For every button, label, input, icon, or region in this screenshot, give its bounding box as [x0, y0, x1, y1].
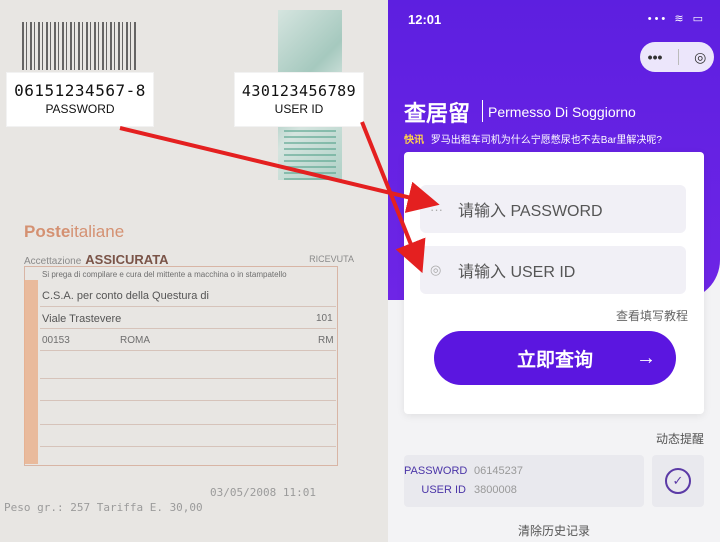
arrow-right-icon: →: [636, 346, 656, 369]
history-password-row: PASSWORD 06145237: [404, 465, 523, 477]
divider: [40, 400, 336, 401]
news-tag: 快讯: [404, 135, 424, 146]
check-icon: ✓: [665, 468, 691, 494]
close-target-icon[interactable]: ◎: [694, 49, 706, 66]
userid-callout-value: 430123456789: [241, 82, 357, 100]
miniprogram-capsule: ••• ◎: [640, 42, 714, 72]
password-callout: 06151234567-8 PASSWORD: [7, 73, 153, 126]
userid-input[interactable]: ◎ 请输入 USER ID: [420, 246, 686, 294]
receipt-line: Si prega di compilare e cura del mittent…: [42, 270, 287, 279]
phone-screen: 12:01 ••• ≋ ▭ ••• ◎ 查居留 Permesso Di Sogg…: [388, 0, 720, 542]
barcode: [22, 22, 136, 70]
divider: [40, 446, 336, 447]
news-ticker[interactable]: 快讯 罗马出租车司机为什么宁愿憋尿也不去Bar里解决呢?: [404, 131, 662, 146]
status-time: 12:01: [408, 12, 442, 27]
news-text: 罗马出租车司机为什么宁愿憋尿也不去Bar里解决呢?: [430, 135, 662, 146]
status-icons: ••• ≋ ▭: [647, 13, 706, 25]
password-input[interactable]: ··· 请输入 PASSWORD: [420, 185, 686, 233]
divider: [40, 424, 336, 425]
title-divider: [482, 100, 483, 122]
receipt-photo: 06151234567-8 PASSWORD 430123456789 USER…: [0, 0, 388, 542]
query-button[interactable]: 立即查询 →: [434, 331, 676, 385]
history-item[interactable]: PASSWORD 06145237 USER ID 3800008: [404, 455, 644, 507]
dynamic-reminder-link[interactable]: 动态提醒: [656, 430, 704, 447]
receipt-line: 00153: [42, 335, 70, 346]
userid-callout-label: USER ID: [274, 102, 324, 116]
receipt-line: ROMA: [120, 335, 150, 346]
userid-callout: 430123456789 USER ID: [235, 73, 363, 126]
dots-icon: ···: [430, 201, 443, 217]
divider: [40, 306, 336, 307]
clear-history-link[interactable]: 清除历史记录: [388, 522, 720, 539]
divider: [40, 378, 336, 379]
userid-placeholder: 请输入 USER ID: [458, 264, 576, 281]
password-callout-value: 06151234567-8: [14, 81, 146, 100]
capsule-divider: [677, 49, 679, 65]
page-title: 查居留: [404, 101, 471, 126]
password-placeholder: 请输入 PASSWORD: [458, 203, 603, 220]
receipt-line: RM: [318, 335, 334, 346]
tutorial-link[interactable]: 查看填写教程: [616, 307, 688, 324]
receipt-line: 101: [316, 313, 333, 324]
divider: [40, 350, 336, 351]
history-check-button[interactable]: ✓: [652, 455, 704, 507]
query-button-label: 立即查询: [516, 349, 593, 371]
history-userid-row: USER ID 3800008: [421, 484, 517, 496]
query-card: ··· 请输入 PASSWORD ◎ 请输入 USER ID 查看填写教程 立即…: [404, 152, 704, 414]
poste-logo: Posteitaliane: [24, 222, 125, 241]
divider: [40, 328, 336, 329]
receipt-line: C.S.A. per conto della Questura di: [42, 290, 209, 302]
receipt-footer: 03/05/2008 11:01 Peso gr.: 257 Tariffa E…: [4, 486, 316, 514]
target-icon: ◎: [430, 262, 442, 277]
receipt-line: Viale Trastevere: [42, 313, 122, 325]
password-callout-label: PASSWORD: [45, 102, 115, 116]
receipt-header: Accettazione ASSICURATA RICEVUTA: [24, 252, 354, 267]
more-icon[interactable]: •••: [648, 49, 663, 65]
receipt-side-band: [24, 280, 38, 464]
page-subtitle: Permesso Di Soggiorno: [488, 104, 636, 120]
